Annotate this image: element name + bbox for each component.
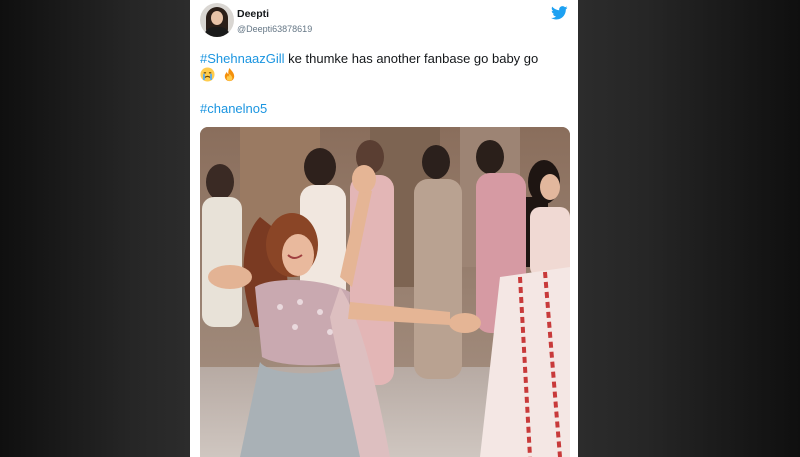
tweet-header: Deepti @Deepti63878619	[190, 0, 578, 42]
tweet-text: #ShehnaazGill ke thumke has another fanb…	[200, 50, 572, 67]
avatar[interactable]	[200, 3, 234, 37]
dance-scene-image	[200, 127, 570, 457]
crying-face-emoji-icon	[200, 67, 215, 82]
emoji-row	[200, 67, 240, 83]
tweet-text-body: ke thumke has another fanbase go baby go	[284, 51, 539, 66]
hashtag-link[interactable]: #ShehnaazGill	[200, 51, 285, 66]
hashtag-link-2[interactable]: #chanelno5	[200, 101, 267, 116]
fire-emoji-icon	[225, 67, 235, 82]
twitter-bird-icon[interactable]	[551, 6, 568, 20]
user-handle[interactable]: @Deepti63878619	[237, 24, 312, 34]
display-name[interactable]: Deepti	[237, 8, 269, 20]
tweet-media-image[interactable]	[200, 127, 570, 457]
background-left	[0, 0, 190, 457]
tweet-card: Deepti @Deepti63878619 #ShehnaazGill ke …	[190, 0, 578, 457]
background-right	[578, 0, 800, 457]
